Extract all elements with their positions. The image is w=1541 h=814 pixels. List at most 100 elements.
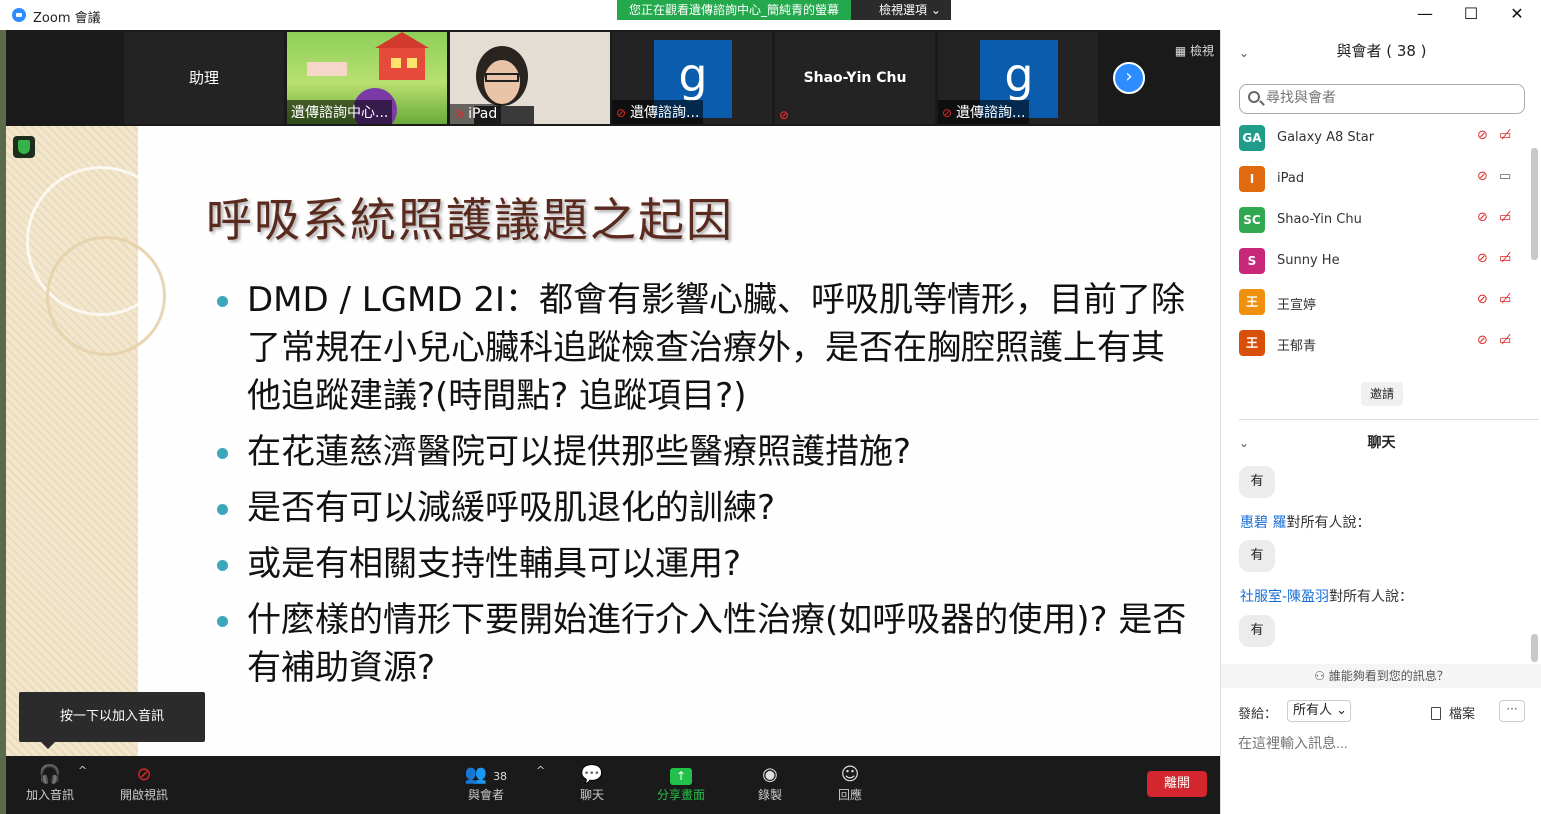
- video-on-icon: ▭: [1499, 169, 1512, 184]
- sender-name: 社服室-陳盈羽: [1240, 589, 1330, 605]
- video-tile-consult-center[interactable]: 遺傳諮詢中心...: [287, 32, 447, 124]
- tile-label: 助理: [188, 69, 219, 87]
- participant-name: Galaxy A8 Star: [1277, 130, 1375, 145]
- security-shield-icon[interactable]: [13, 136, 35, 158]
- view-label: 檢視: [1189, 44, 1214, 58]
- participant-search[interactable]: [1239, 84, 1525, 114]
- invite-button[interactable]: 邀請: [1361, 382, 1403, 406]
- slide-bullet: DMD / LGMD 2I：都會有影響心臟、呼吸肌等情形，目前了除了常規在小兒心…: [213, 276, 1193, 420]
- participant-count: 38: [493, 770, 508, 783]
- title-bar: Zoom 會議 您正在觀看遺傳諮詢中心_簡純青的螢幕 檢視選項 ⌄ — ☐ ✕: [0, 0, 1541, 30]
- mic-muted-icon: ⊘: [1477, 210, 1488, 225]
- video-off-icon: ▭̸: [1499, 128, 1512, 143]
- meeting-area: 助理 遺傳諮詢中心... ⊘ iPad g ⊘ 遺傳諮詢... Shao-Yin…: [6, 30, 1220, 814]
- avatar: 王: [1239, 330, 1265, 356]
- minimize-button[interactable]: —: [1402, 0, 1448, 30]
- who-can-see-link[interactable]: ⚇ 誰能夠看到您的訊息？: [1221, 664, 1541, 688]
- participant-name: Sunny He: [1277, 253, 1340, 268]
- tile-name: ⊘ 遺傳諮詢...: [612, 100, 704, 124]
- share-notice: 您正在觀看遺傳諮詢中心_簡純青的螢幕: [617, 0, 852, 20]
- mic-muted-icon: ⊘: [942, 106, 953, 120]
- mic-muted-icon: ⊘: [1477, 333, 1488, 348]
- panel-divider: [1239, 419, 1539, 420]
- participants-header: 與會者 ( 38 ): [1336, 42, 1427, 60]
- video-strip: 助理 遺傳諮詢中心... ⊘ iPad g ⊘ 遺傳諮詢... Shao-Yin…: [6, 30, 1220, 126]
- slide-bullet: 或是有相關支持性輔具可以運用?: [213, 540, 1193, 588]
- who-can-see-label: 誰能夠看到您的訊息？: [1328, 669, 1449, 683]
- search-input[interactable]: [1266, 89, 1516, 105]
- leave-button[interactable]: 離開: [1147, 771, 1207, 797]
- chat-button[interactable]: 💬 聊天: [556, 764, 628, 803]
- start-video-label: 開啟視訊: [119, 788, 168, 802]
- chat-bubble-icon: 💬: [580, 764, 604, 785]
- avatar: 王: [1239, 289, 1265, 315]
- chat-scrollbar[interactable]: [1531, 634, 1538, 662]
- tile-name: ⊘ iPad: [450, 104, 502, 124]
- audio-options-caret-icon[interactable]: ^: [78, 764, 87, 777]
- record-button[interactable]: ◉ 錄製: [734, 764, 806, 803]
- tile-name: ⊘ 遺傳諮詢...: [938, 100, 1030, 124]
- mic-muted-icon: ⊘: [1477, 292, 1488, 307]
- participant-row[interactable]: 王 王宣婷 ⊘ ▭̸: [1221, 282, 1531, 323]
- participant-row[interactable]: I iPad ⊘ ▭: [1221, 159, 1531, 200]
- sender-suffix: 對所有人說：: [1329, 589, 1414, 605]
- record-label: 錄製: [757, 788, 782, 802]
- sender-suffix: 對所有人說：: [1286, 515, 1371, 531]
- participant-row[interactable]: 王 王郁青 ⊘ ▭̸: [1221, 323, 1531, 364]
- send-to-value: 所有人: [1293, 703, 1333, 718]
- file-label: 檔案: [1449, 707, 1476, 722]
- record-icon: ◉: [762, 764, 778, 785]
- join-audio-label: 加入音訊: [25, 788, 74, 802]
- join-audio-tooltip: 按一下以加入音訊: [19, 692, 205, 749]
- start-video-button[interactable]: ⊘ 開啟視訊: [108, 764, 180, 803]
- reactions-button[interactable]: ☺ 回應: [814, 764, 886, 803]
- more-options-button[interactable]: ···: [1499, 700, 1525, 722]
- video-off-icon: ⊘: [136, 764, 152, 785]
- tile-label: Shao-Yin Chu: [803, 70, 907, 86]
- people-icon: ⚇: [1314, 669, 1325, 683]
- tile-name-text: iPad: [468, 106, 498, 122]
- video-tile-consult-2[interactable]: g ⊘ 遺傳諮詢...: [938, 32, 1098, 124]
- view-options-button[interactable]: 檢視選項 ⌄: [851, 0, 951, 20]
- participants-button[interactable]: 👥 38 與會者: [450, 764, 522, 803]
- mic-muted-icon: ⊘: [454, 107, 465, 121]
- video-off-icon: ▭̸: [1499, 333, 1512, 348]
- share-screen-button[interactable]: ↑ 分享畫面: [645, 764, 717, 803]
- participants-caret-icon[interactable]: ^: [536, 764, 545, 777]
- view-toggle-button[interactable]: ▦ 檢視: [1175, 42, 1214, 59]
- slide-decoration: [6, 126, 176, 756]
- chat-message-input[interactable]: [1238, 730, 1528, 756]
- mic-muted-icon: ⊘: [616, 106, 627, 120]
- close-window-button[interactable]: ✕: [1494, 0, 1540, 30]
- mic-muted-icon: ⊘: [1477, 169, 1488, 184]
- tile-name-text: 遺傳諮詢...: [956, 105, 1026, 121]
- chat-sender-line: 社服室-陳盈羽對所有人說：: [1240, 586, 1413, 606]
- reactions-label: 回應: [837, 788, 862, 802]
- next-page-button[interactable]: ›: [1113, 62, 1145, 94]
- participant-name: Shao-Yin Chu: [1277, 212, 1362, 227]
- avatar: I: [1239, 166, 1265, 192]
- video-tile-ipad[interactable]: ⊘ iPad: [450, 32, 610, 124]
- participants-icon: 👥 38: [464, 764, 508, 785]
- search-icon: [1248, 91, 1260, 103]
- participant-row[interactable]: GA Galaxy A8 Star ⊘ ▭̸: [1221, 118, 1531, 159]
- chat-message: 有: [1239, 615, 1275, 647]
- video-tile-shao-yin-chu[interactable]: Shao-Yin Chu ⊘: [775, 32, 935, 124]
- join-audio-button[interactable]: 🎧 加入音訊: [14, 764, 86, 803]
- participant-row[interactable]: SC Shao-Yin Chu ⊘ ▭̸: [1221, 200, 1531, 241]
- send-to-select[interactable]: 所有人 ⌄: [1287, 700, 1351, 722]
- video-tile-consult-1[interactable]: g ⊘ 遺傳諮詢...: [612, 32, 772, 124]
- video-tile-assistant[interactable]: 助理: [124, 32, 284, 124]
- avatar: SC: [1239, 207, 1265, 233]
- smiley-icon: ☺: [840, 764, 860, 785]
- file-icon: [1431, 707, 1441, 720]
- meeting-toolbar: 🎧 加入音訊 ^ ⊘ 開啟視訊 👥 38 與會者 ^ 💬 聊天 ↑ 分享畫面 ◉…: [6, 756, 1220, 814]
- screen-share-banner: 您正在觀看遺傳諮詢中心_簡純青的螢幕 檢視選項 ⌄: [617, 0, 951, 20]
- participants-scrollbar[interactable]: [1531, 148, 1538, 260]
- participant-row[interactable]: S Sunny He ⊘ ▭̸: [1221, 241, 1531, 282]
- file-button[interactable]: 檔案: [1431, 703, 1475, 722]
- video-off-icon: ▭̸: [1499, 251, 1512, 266]
- maximize-button[interactable]: ☐: [1448, 0, 1494, 30]
- send-to-label: 發給：: [1238, 707, 1278, 722]
- share-arrow-icon: ↑: [645, 764, 717, 786]
